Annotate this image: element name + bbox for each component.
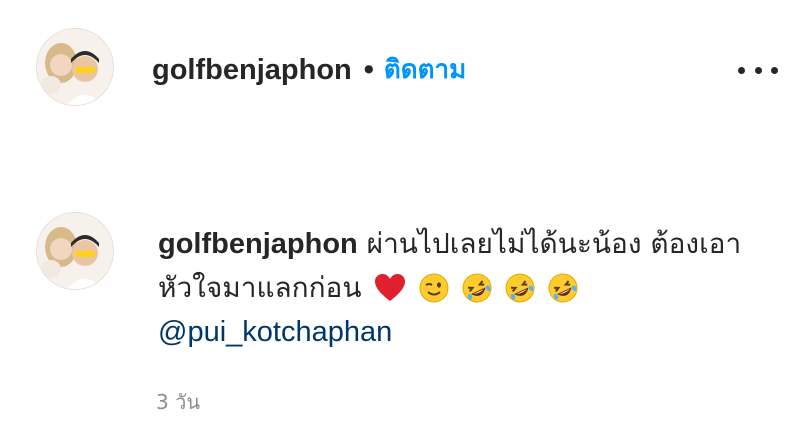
winking-face-icon [419,273,449,303]
header-username[interactable]: golfbenjaphon [152,52,352,88]
profile-avatar[interactable] [36,28,114,106]
follow-button[interactable]: ติดตาม [384,52,466,88]
comment-avatar[interactable] [36,212,114,290]
rolling-on-floor-laughing-icon [505,273,535,303]
more-options-icon[interactable] [738,58,778,82]
rolling-on-floor-laughing-icon [462,273,492,303]
red-heart-icon [375,274,406,301]
post-header: golfbenjaphon • ติดตาม [152,52,466,88]
avatar-photo [37,213,113,289]
comment-body: golfbenjaphon ผ่านไปเลยไม่ได้นะน้อง ต้อง… [158,222,778,354]
comment-timestamp[interactable]: 3 วัน [156,386,200,418]
separator-dot: • [363,54,374,86]
more-dot [754,66,762,74]
avatar-photo [37,29,113,105]
rolling-on-floor-laughing-icon [548,273,578,303]
mention-link[interactable]: @pui_kotchaphan [158,310,778,354]
more-dot [771,66,778,74]
more-dot [738,66,745,74]
comment-username[interactable]: golfbenjaphon [158,228,358,260]
